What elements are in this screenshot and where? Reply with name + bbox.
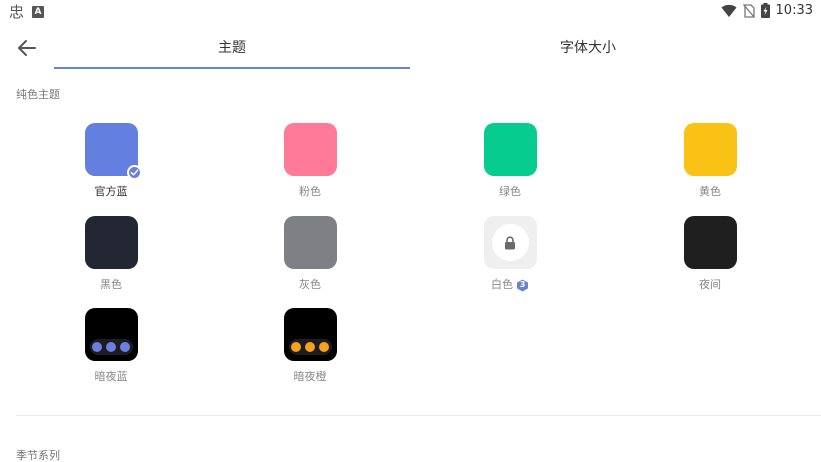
accent-dots: [288, 339, 332, 355]
theme-swatch: [283, 216, 337, 269]
accent-dot: [120, 342, 130, 352]
accent-dot: [106, 342, 116, 352]
theme-label: 官方蓝: [94, 185, 128, 198]
status-time: 10:33: [775, 3, 813, 18]
theme-label: 绿色: [499, 185, 521, 198]
accent-dot: [92, 342, 102, 352]
theme-dark-blue[interactable]: 暗夜蓝: [51, 308, 171, 384]
theme-swatch: [283, 308, 337, 361]
theme-black[interactable]: 黑色: [51, 216, 171, 292]
theme-gray[interactable]: 灰色: [250, 216, 370, 292]
level-badge-text: 3: [519, 280, 526, 289]
theme-label: 暗夜橙: [293, 370, 327, 383]
tab-active-indicator: [54, 67, 410, 69]
theme-label: 暗夜蓝: [94, 370, 128, 383]
no-sim-icon: [742, 3, 755, 18]
theme-pink[interactable]: 粉色: [250, 123, 370, 199]
theme-label: 夜间: [699, 278, 721, 291]
level-badge-icon: 3: [516, 279, 529, 292]
accent-dot: [291, 342, 301, 352]
theme-swatch: [683, 123, 737, 176]
theme-dark-orange[interactable]: 暗夜橙: [250, 308, 370, 384]
check-icon: [126, 165, 142, 180]
lock-icon: [505, 235, 515, 249]
section-title-season-series: 季节系列: [16, 449, 60, 462]
theme-swatch: [84, 123, 142, 180]
theme-swatch: [84, 216, 138, 269]
tab-bar: 主题 字体大小: [0, 26, 821, 70]
theme-white[interactable]: 白色 3: [450, 216, 570, 292]
theme-label: 灰色: [299, 278, 321, 291]
accent-dot: [319, 342, 329, 352]
theme-green[interactable]: 绿色: [450, 123, 570, 199]
app-notification-icon: 忠: [9, 3, 25, 21]
theme-yellow[interactable]: 黄色: [650, 123, 770, 199]
wifi-icon: [721, 4, 737, 17]
tab-theme[interactable]: 主题: [54, 26, 410, 68]
status-bar: 忠 A 10:33: [0, 0, 821, 24]
accent-dots: [89, 339, 133, 355]
theme-label: 黄色: [699, 185, 721, 198]
accent-dot: [305, 342, 315, 352]
theme-label: 白色: [491, 278, 513, 291]
tab-font-size[interactable]: 字体大小: [410, 26, 766, 68]
status-right: 10:33: [721, 3, 813, 18]
section-divider: [16, 415, 821, 416]
status-left: 忠 A: [9, 3, 45, 21]
section-title-solid-themes: 纯色主题: [16, 88, 60, 101]
theme-night[interactable]: 夜间: [650, 216, 770, 292]
theme-swatch: [84, 308, 138, 361]
back-arrow-icon[interactable]: [15, 36, 39, 60]
a-notification-icon: A: [32, 6, 45, 18]
theme-official-blue[interactable]: 官方蓝: [51, 123, 171, 199]
theme-swatch: [483, 123, 537, 176]
theme-swatch: [283, 123, 337, 176]
theme-label-row: 白色 3: [491, 278, 529, 292]
theme-label: 黑色: [100, 278, 122, 291]
battery-charging-icon: [760, 3, 770, 18]
lock-circle: [491, 224, 529, 261]
theme-label: 粉色: [299, 185, 321, 198]
theme-swatch: [483, 216, 537, 269]
theme-swatch: [683, 216, 737, 269]
